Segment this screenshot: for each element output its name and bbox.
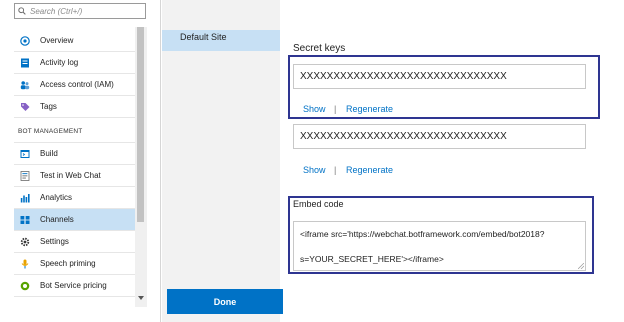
channels-icon	[20, 215, 30, 225]
sidebar-item-label: Activity log	[40, 58, 79, 67]
secret-key-field-2[interactable]	[293, 124, 586, 149]
gear-icon	[20, 237, 30, 247]
done-button[interactable]: Done	[167, 289, 283, 314]
link-separator: |	[334, 104, 337, 114]
sidebar-item-build[interactable]: Build	[14, 143, 135, 165]
sidebar-item-label: Build	[40, 149, 58, 158]
sidebar-divider	[160, 0, 161, 322]
sidebar-item-analytics[interactable]: Analytics	[14, 187, 135, 209]
link-separator: |	[334, 165, 337, 175]
sidebar-item-label: Analytics	[40, 193, 73, 202]
sidebar-item-label: Tags	[40, 102, 57, 111]
pricing-icon	[20, 281, 30, 291]
sidebar-item-tags[interactable]: Tags	[14, 96, 135, 118]
show-key-2-link[interactable]: Show	[303, 165, 326, 175]
sidebar-item-access-control[interactable]: Access control (IAM)	[14, 74, 135, 96]
sidebar-item-label: Settings	[40, 237, 69, 246]
activity-log-icon	[20, 58, 30, 68]
sidebar-item-label: Bot Service pricing	[40, 281, 107, 290]
sidebar-item-label: Speech priming	[40, 259, 96, 268]
sidebar-item-label: Access control (IAM)	[40, 80, 114, 89]
web-chat-icon	[20, 170, 30, 181]
sidebar-item-label: Channels	[40, 215, 74, 224]
show-key-1-link[interactable]: Show	[303, 104, 326, 114]
sidebar-nav: Overview Activity log Access control (IA…	[14, 30, 135, 297]
overview-icon	[20, 35, 30, 46]
sidebar-item-channels[interactable]: Channels	[14, 209, 135, 231]
sidebar-item-activity-log[interactable]: Activity log	[14, 52, 135, 74]
embed-code-line-2: s=YOUR_SECRET_HERE'></iframe>	[300, 254, 444, 264]
regenerate-key-1-link[interactable]: Regenerate	[346, 104, 393, 114]
search-input[interactable]	[30, 6, 140, 16]
site-item-label: Default Site	[180, 31, 227, 42]
sidebar-item-settings[interactable]: Settings	[14, 231, 135, 253]
build-icon	[20, 149, 30, 159]
sidebar-item-overview[interactable]: Overview	[14, 30, 135, 52]
embed-code-textarea[interactable]: <iframe src='https://webchat.botframewor…	[293, 221, 586, 271]
search-box[interactable]	[14, 3, 146, 19]
sidebar-item-speech-priming[interactable]: Speech priming	[14, 253, 135, 275]
regenerate-key-2-link[interactable]: Regenerate	[346, 165, 393, 175]
access-control-icon	[20, 80, 30, 90]
section-header-bot-management: BOT MANAGEMENT	[14, 121, 135, 143]
sidebar: Overview Activity log Access control (IA…	[0, 0, 148, 322]
chevron-down-icon[interactable]	[137, 294, 145, 302]
sidebar-item-bot-service-pricing[interactable]: Bot Service pricing	[14, 275, 135, 297]
secret-key-field-1[interactable]	[293, 64, 586, 89]
sidebar-item-label: Overview	[40, 36, 74, 45]
analytics-icon	[20, 193, 30, 203]
site-item-default[interactable]: Default Site	[162, 30, 280, 51]
embed-code-title: Embed code	[293, 199, 344, 209]
speech-priming-icon	[20, 259, 30, 269]
resize-grip-icon[interactable]	[578, 263, 584, 269]
embed-code-line-1: <iframe src='https://webchat.botframewor…	[300, 229, 545, 239]
secret-keys-title: Secret keys	[293, 43, 346, 54]
tag-icon	[20, 102, 30, 112]
sidebar-item-test-in-web-chat[interactable]: Test in Web Chat	[14, 165, 135, 187]
sidebar-scrollbar-thumb[interactable]	[137, 27, 144, 222]
site-list: Default Site	[162, 0, 280, 322]
search-icon	[18, 7, 26, 15]
sidebar-item-label: Test in Web Chat	[40, 171, 101, 180]
